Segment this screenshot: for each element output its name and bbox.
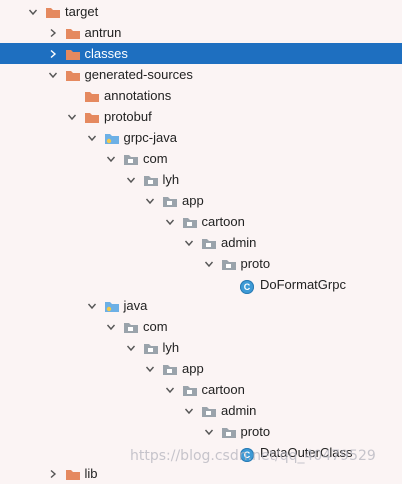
- folder-icon: [65, 68, 81, 82]
- tree-item-cartoon[interactable]: cartoon: [0, 379, 402, 400]
- tree-item-app[interactable]: app: [0, 190, 402, 211]
- tree-item-label: app: [182, 361, 204, 376]
- chevron-down-icon[interactable]: [86, 300, 98, 312]
- tree-item-proto[interactable]: proto: [0, 421, 402, 442]
- project-tree: target antrun classes generated-sources anno…: [0, 0, 402, 481]
- folder-icon: [65, 47, 81, 61]
- tree-item-label: classes: [84, 46, 128, 61]
- tree-item-label: cartoon: [201, 382, 245, 397]
- tree-item-label: lyh: [162, 172, 180, 187]
- tree-item-lyh[interactable]: lyh: [0, 337, 402, 358]
- tree-item-label: app: [182, 193, 204, 208]
- tree-item-label: proto: [240, 256, 271, 271]
- chevron-down-icon[interactable]: [203, 258, 215, 270]
- chevron-down-icon[interactable]: [66, 111, 78, 123]
- chevron-down-icon[interactable]: [183, 237, 195, 249]
- tree-item-label: lib: [84, 466, 98, 481]
- tree-item-label: annotations: [104, 88, 172, 103]
- tree-item-protobuf[interactable]: protobuf: [0, 106, 402, 127]
- tree-item-app[interactable]: app: [0, 358, 402, 379]
- tree-item-label: com: [143, 151, 168, 166]
- tree-item-label: protobuf: [104, 109, 152, 124]
- tree-item-annotations[interactable]: annotations: [0, 85, 402, 106]
- tree-item-label: target: [65, 4, 99, 19]
- chevron-right-icon[interactable]: [47, 468, 59, 480]
- tree-item-label: com: [143, 319, 168, 334]
- source-folder-icon: [104, 131, 120, 145]
- source-folder-icon: [104, 299, 120, 313]
- package-folder-icon: [182, 215, 198, 229]
- class-icon: C: [240, 446, 256, 462]
- package-folder-icon: [123, 152, 139, 166]
- chevron-right-icon[interactable]: [47, 48, 59, 60]
- tree-item-classes[interactable]: classes: [0, 43, 402, 64]
- tree-item-label: grpc-java: [123, 130, 177, 145]
- tree-item-antrun[interactable]: antrun: [0, 22, 402, 43]
- package-folder-icon: [221, 257, 237, 271]
- folder-icon: [65, 467, 81, 481]
- tree-item-lib[interactable]: lib: [0, 463, 402, 484]
- chevron-down-icon[interactable]: [144, 195, 156, 207]
- chevron-down-icon[interactable]: [164, 384, 176, 396]
- tree-item-admin[interactable]: admin: [0, 232, 402, 253]
- tree-item-label: admin: [221, 403, 257, 418]
- folder-icon: [84, 110, 100, 124]
- tree-item-proto[interactable]: proto: [0, 253, 402, 274]
- chevron-right-icon[interactable]: [47, 27, 59, 39]
- tree-item-label: admin: [221, 235, 257, 250]
- package-folder-icon: [143, 341, 159, 355]
- tree-item-java[interactable]: java: [0, 295, 402, 316]
- tree-item-dataouterclass[interactable]: C DataOuterClass: [0, 442, 402, 463]
- class-badge-icon: C: [240, 279, 254, 294]
- class-badge-icon: C: [240, 447, 254, 462]
- tree-item-lyh[interactable]: lyh: [0, 169, 402, 190]
- tree-item-label: DoFormatGrpc: [260, 277, 346, 292]
- tree-item-doformatgrpc[interactable]: C DoFormatGrpc: [0, 274, 402, 295]
- package-folder-icon: [201, 236, 217, 250]
- chevron-down-icon[interactable]: [203, 426, 215, 438]
- chevron-down-icon[interactable]: [105, 153, 117, 165]
- tree-item-label: lyh: [162, 340, 180, 355]
- package-folder-icon: [162, 194, 178, 208]
- tree-item-target[interactable]: target: [0, 1, 402, 22]
- tree-item-label: cartoon: [201, 214, 245, 229]
- class-icon: C: [240, 278, 256, 294]
- chevron-down-icon[interactable]: [105, 321, 117, 333]
- chevron-down-icon[interactable]: [86, 132, 98, 144]
- tree-item-admin[interactable]: admin: [0, 400, 402, 421]
- tree-item-generated-sources[interactable]: generated-sources: [0, 64, 402, 85]
- tree-item-label: antrun: [84, 25, 122, 40]
- tree-item-label: generated-sources: [84, 67, 193, 82]
- chevron-down-icon[interactable]: [125, 174, 137, 186]
- package-folder-icon: [221, 425, 237, 439]
- tree-item-com[interactable]: com: [0, 316, 402, 337]
- package-folder-icon: [143, 173, 159, 187]
- tree-item-cartoon[interactable]: cartoon: [0, 211, 402, 232]
- chevron-down-icon[interactable]: [164, 216, 176, 228]
- chevron-down-icon[interactable]: [144, 363, 156, 375]
- tree-item-label: java: [123, 298, 148, 313]
- folder-icon: [65, 26, 81, 40]
- tree-item-grpc-java[interactable]: grpc-java: [0, 127, 402, 148]
- chevron-down-icon[interactable]: [47, 69, 59, 81]
- package-folder-icon: [201, 404, 217, 418]
- package-folder-icon: [182, 383, 198, 397]
- tree-item-label: DataOuterClass: [260, 445, 353, 460]
- folder-icon: [84, 89, 100, 103]
- chevron-down-icon[interactable]: [125, 342, 137, 354]
- tree-item-com[interactable]: com: [0, 148, 402, 169]
- chevron-down-icon[interactable]: [183, 405, 195, 417]
- tree-item-label: proto: [240, 424, 271, 439]
- chevron-down-icon[interactable]: [27, 6, 39, 18]
- package-folder-icon: [123, 320, 139, 334]
- folder-icon: [45, 5, 61, 19]
- package-folder-icon: [162, 362, 178, 376]
